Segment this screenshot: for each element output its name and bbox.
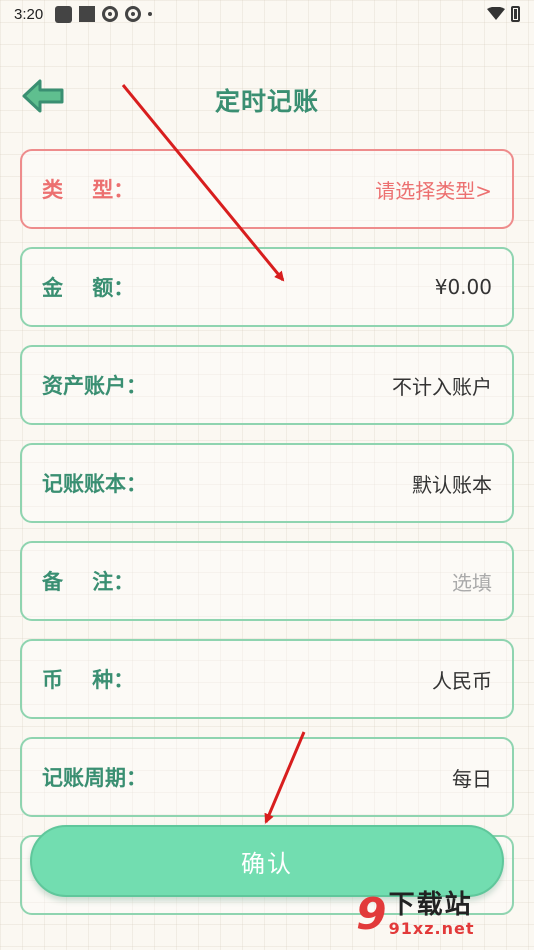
ledger-row[interactable]: 记账账本： 默认账本: [20, 443, 514, 523]
watermark-url: 91xz.net: [388, 919, 475, 939]
more-dot-icon: [148, 12, 153, 16]
watermark-text: 下载站 91xz.net: [388, 889, 475, 939]
page-title: 定时记账: [214, 87, 319, 116]
wifi-icon: [487, 7, 505, 20]
ledger-value: 默认账本: [412, 472, 492, 497]
note-label: 备 注：: [42, 570, 135, 594]
confirm-label: 确认: [241, 849, 293, 878]
notification-icons: [55, 5, 153, 23]
cycle-value: 每日: [452, 766, 492, 791]
battery-icon: [511, 6, 520, 22]
watermark-site-name: 下载站: [388, 889, 473, 920]
type-value: 请选择类型>: [375, 178, 492, 203]
asset-account-label: 资产账户：: [42, 374, 147, 398]
system-icons: [487, 6, 520, 22]
amount-value: ¥0.00: [434, 275, 492, 299]
type-label: 类 型：: [42, 178, 135, 202]
currency-row[interactable]: 币 种： 人民币: [20, 639, 514, 719]
cycle-label: 记账周期：: [42, 766, 147, 790]
status-time: 3:20: [14, 5, 44, 23]
currency-label: 币 种：: [42, 668, 135, 692]
currency-value: 人民币: [432, 668, 492, 693]
amount-label: 金 额：: [42, 276, 135, 300]
ledger-label: 记账账本：: [42, 472, 147, 496]
amount-row[interactable]: 金 额： ¥0.00: [20, 247, 514, 327]
status-bar: 3:20: [0, 0, 534, 28]
sync-icon: [125, 6, 142, 22]
asset-account-value: 不计入账户: [392, 374, 492, 399]
type-row[interactable]: 类 型： 请选择类型>: [20, 149, 514, 229]
note-row[interactable]: 备 注： 选填: [20, 541, 514, 621]
watermark: 9 下载站 91xz.net: [356, 884, 528, 946]
watermark-logo: 9: [356, 889, 387, 940]
app-notification-icon: [55, 5, 73, 23]
header: 定时记账: [0, 70, 534, 130]
square-notification-icon: [79, 6, 96, 22]
cycle-row[interactable]: 记账周期： 每日: [20, 737, 514, 817]
asset-account-row[interactable]: 资产账户： 不计入账户: [20, 345, 514, 425]
sync-icon: [102, 6, 119, 22]
note-input[interactable]: 选填: [452, 567, 492, 596]
